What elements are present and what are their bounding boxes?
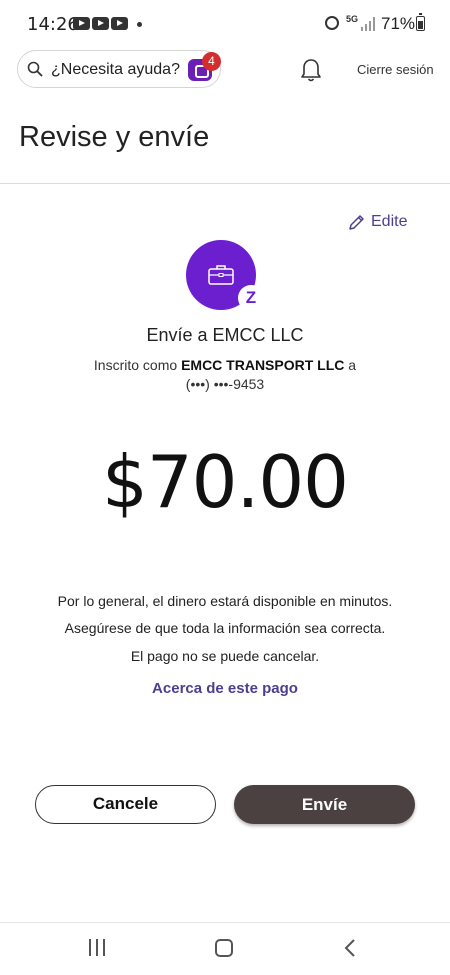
status-time: 14:26 <box>27 14 79 35</box>
info-availability: Por lo general, el dinero estará disponi… <box>57 593 393 609</box>
info-verify: Asegúrese de que toda la información sea… <box>64 620 386 636</box>
send-button[interactable]: Envíe <box>234 785 415 824</box>
logout-link[interactable]: Cierre sesión <box>357 62 434 77</box>
briefcase-icon <box>208 265 234 285</box>
search-icon <box>27 61 43 77</box>
back-icon[interactable] <box>343 939 357 957</box>
recipient-name: Envíe a EMCC LLC <box>146 325 304 345</box>
enrolled-name: EMCC TRANSPORT LLC <box>181 357 345 373</box>
edit-button[interactable]: Edite <box>348 211 407 233</box>
search-placeholder: ¿Necesita ayuda? <box>51 61 180 78</box>
recent-apps-icon[interactable] <box>89 939 107 956</box>
payment-amount: $70.00 <box>102 440 349 524</box>
navbar-divider <box>0 922 450 923</box>
signal-icon <box>361 17 375 31</box>
cancel-button[interactable]: Cancele <box>35 785 216 824</box>
battery-icon <box>416 13 425 31</box>
page-title: Revise y envíe <box>19 121 210 153</box>
more-notifications-icon <box>137 22 142 27</box>
pencil-icon <box>349 214 364 230</box>
about-payment-link[interactable]: Acerca de este pago <box>0 680 450 697</box>
network-type-icon: 5G <box>346 14 359 24</box>
info-no-cancel: El pago no se puede cancelar. <box>130 648 320 664</box>
zelle-icon: Z <box>238 285 264 311</box>
recipient-phone: (•••) •••-9453 <box>185 376 265 392</box>
chat-badge: 4 <box>202 52 221 71</box>
battery-percent: 71% <box>381 14 416 33</box>
bell-icon[interactable] <box>299 57 323 83</box>
youtube-notification-icon <box>111 17 128 30</box>
help-search-input[interactable]: ¿Necesita ayuda? 4 <box>17 50 221 88</box>
alarm-icon <box>325 16 339 30</box>
youtube-notification-icon <box>73 17 90 30</box>
home-icon[interactable] <box>215 939 233 957</box>
enrolled-as-text: Inscrito como EMCC TRANSPORT LLC a <box>93 357 357 373</box>
youtube-notification-icon <box>92 17 109 30</box>
header-divider <box>0 183 450 184</box>
status-bar: 14:26 5G 71% <box>0 0 450 46</box>
edit-label: Edite <box>371 213 408 230</box>
